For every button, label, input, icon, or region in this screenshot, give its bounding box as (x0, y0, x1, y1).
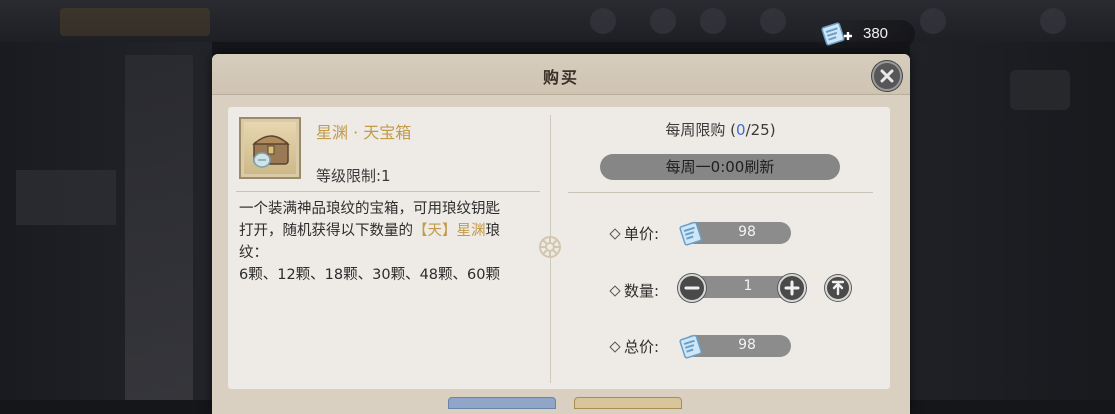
refresh-info: 每周一0:00刷新 (600, 154, 840, 180)
desc-line: 一个装满神品琅纹的宝箱，可用琅纹钥匙 (239, 201, 500, 217)
item-name: 星渊 · 天宝箱 (316, 123, 412, 142)
background-decoration (1010, 70, 1070, 110)
unit-price-field: 98 (679, 221, 791, 246)
quantity-label: 数量: (624, 282, 660, 300)
background-item-strip (125, 55, 193, 400)
item-level-requirement: 等级限制:1 (316, 167, 391, 185)
item-icon-frame[interactable] (239, 117, 301, 179)
background-tab (60, 8, 210, 36)
dialog-header: 购买 (212, 54, 910, 95)
confirm-button[interactable] (574, 397, 682, 409)
purchase-dialog: 购买 星渊 · 天宝箱 等级限制:1 一个装满神品琅纹的宝箱，可用琅纹钥匙 打开… (212, 54, 910, 414)
plus-icon (784, 280, 800, 296)
item-description: 一个装满神品琅纹的宝箱，可用琅纹钥匙 打开，随机获得以下数量的【天】星渊琅 纹：… (239, 198, 529, 286)
currency-value: 380 (863, 25, 889, 42)
max-quantity-button[interactable] (825, 275, 851, 301)
cancel-button[interactable] (448, 397, 556, 409)
divider (568, 192, 873, 193)
desc-highlight: 【天】星渊 (413, 223, 486, 239)
unit-price-label: 单价: (624, 225, 660, 243)
dialog-title: 购买 (542, 68, 579, 87)
weekly-limit-current: 0 (736, 121, 746, 139)
unit-price-value: 98 (738, 224, 756, 240)
dialog-content: 星渊 · 天宝箱 等级限制:1 一个装满神品琅纹的宝箱，可用琅纹钥匙 打开，随机… (228, 107, 890, 389)
ticket-icon (677, 218, 705, 252)
total-price-label: 总价: (624, 338, 660, 356)
desc-line: 6颗、12颗、18颗、30颗、48颗、60颗 (239, 267, 500, 283)
background-icon (590, 8, 616, 34)
weekly-limit: 每周限购 (0/25) (665, 121, 776, 139)
background-icon (1040, 8, 1066, 34)
game-top-bar (0, 0, 1115, 42)
desc-line: 打开，随机获得以下数量的【天】星渊琅 (239, 223, 500, 239)
background-selected-tab (16, 170, 116, 225)
close-button[interactable] (872, 61, 902, 91)
currency-display[interactable]: 380 (815, 20, 915, 48)
background-icon (700, 8, 726, 34)
minus-icon (684, 286, 700, 290)
max-arrow-icon (831, 280, 845, 296)
background-icon (920, 8, 946, 34)
close-icon (880, 69, 894, 83)
background-icon (760, 8, 786, 34)
total-price-value: 98 (738, 337, 756, 353)
desc-line: 纹： (239, 245, 268, 261)
total-price-field: 98 (679, 334, 791, 359)
increase-button[interactable] (778, 274, 806, 302)
ticket-icon (677, 331, 705, 365)
ornament-icon (534, 231, 566, 267)
decrease-button[interactable] (678, 274, 706, 302)
divider (236, 191, 540, 192)
background-icon (650, 8, 676, 34)
treasure-chest-icon (252, 135, 290, 168)
ticket-plus-icon[interactable] (820, 20, 854, 52)
